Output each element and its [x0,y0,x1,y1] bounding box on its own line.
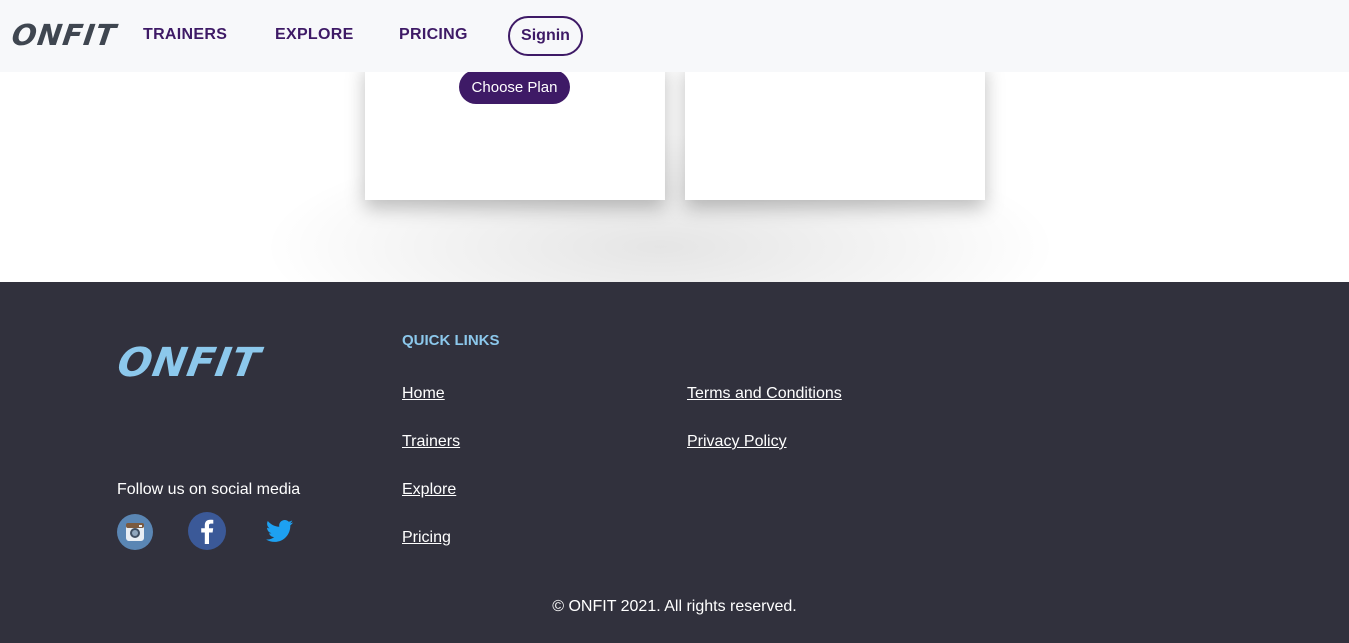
follow-social-text: Follow us on social media [117,481,301,498]
footer: ONFIT QUICK LINKS Home Trainers Explore … [0,282,1349,643]
twitter-icon[interactable] [260,512,298,550]
top-navbar: ONFIT TRAINERS EXPLORE PRICING Signin [0,0,1349,72]
footer-link-privacy[interactable]: Privacy Policy [687,433,787,451]
footer-link-trainers[interactable]: Trainers [402,433,460,451]
pricing-card [685,72,985,200]
footer-link-explore[interactable]: Explore [402,481,456,499]
facebook-icon[interactable] [188,512,226,550]
nav-explore[interactable]: EXPLORE [275,26,354,44]
copyright-text: © ONFIT 2021. All rights reserved. [552,598,797,615]
pricing-card: Choose Plan [365,72,665,200]
instagram-icon[interactable] [117,514,153,550]
quick-links-title: QUICK LINKS [402,332,500,349]
choose-plan-button[interactable]: Choose Plan [459,72,570,104]
footer-logo: ONFIT [113,340,265,386]
nav-pricing[interactable]: PRICING [399,26,468,44]
footer-link-pricing[interactable]: Pricing [402,529,451,547]
brand-logo[interactable]: ONFIT [10,18,119,52]
footer-link-home[interactable]: Home [402,385,445,403]
footer-link-terms[interactable]: Terms and Conditions [687,385,842,403]
nav-trainers[interactable]: TRAINERS [143,26,227,44]
signin-button[interactable]: Signin [508,16,583,56]
pricing-section: Choose Plan [0,72,1349,282]
